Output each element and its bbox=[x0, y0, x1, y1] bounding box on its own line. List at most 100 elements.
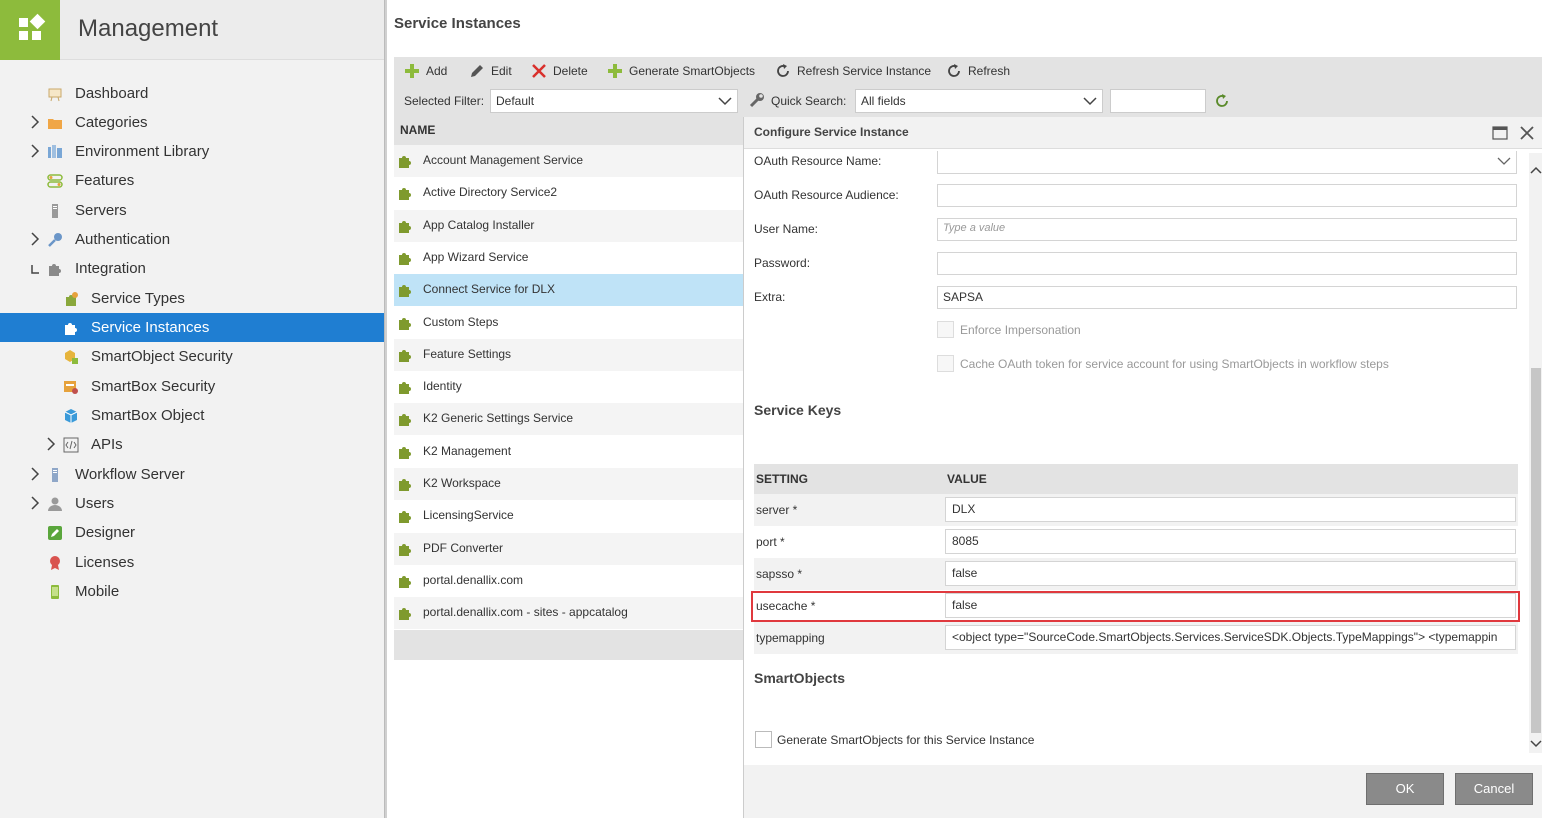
list-item-name: portal.denallix.com bbox=[423, 572, 524, 587]
chevron-right-icon[interactable] bbox=[30, 232, 40, 246]
chevron-right-icon[interactable] bbox=[30, 115, 40, 129]
sidebar-item-service-instances[interactable]: Service Instances bbox=[0, 313, 384, 342]
list-item[interactable]: Active Directory Service2 bbox=[394, 177, 744, 209]
sidebar-item-designer[interactable]: Designer bbox=[0, 518, 384, 547]
sidebar-item-authentication[interactable]: Authentication bbox=[0, 225, 384, 254]
toolbar: Add Edit Delete Generate SmartObjects Re… bbox=[394, 57, 1542, 117]
list-item[interactable]: portal.denallix.com - sites - appcatalog bbox=[394, 597, 744, 630]
puzzle-icon bbox=[397, 282, 413, 298]
password-input[interactable] bbox=[937, 252, 1517, 275]
sidebar-item-label: Workflow Server bbox=[75, 466, 185, 483]
puzzle-icon bbox=[397, 315, 413, 331]
list-item-name: K2 Workspace bbox=[423, 476, 501, 490]
sidebar-item-mobile[interactable]: Mobile bbox=[0, 577, 384, 606]
collapse-icon[interactable] bbox=[30, 261, 40, 275]
list-item[interactable]: Custom Steps bbox=[394, 307, 744, 339]
chevron-right-icon[interactable] bbox=[46, 437, 56, 451]
sidebar-item-workflow-server[interactable]: Workflow Server bbox=[0, 460, 384, 489]
quick-search-field-select[interactable]: All fields bbox=[855, 89, 1103, 113]
sidebar-item-label: Users bbox=[75, 495, 115, 512]
app-logo-icon[interactable] bbox=[0, 0, 60, 60]
chevron-right-icon[interactable] bbox=[30, 467, 40, 481]
list-item[interactable]: K2 Management bbox=[394, 436, 744, 468]
ribbon-icon bbox=[47, 555, 63, 571]
password-label: Password: bbox=[754, 256, 811, 270]
ok-button[interactable]: OK bbox=[1366, 773, 1444, 805]
sidebar-item-smartbox-object[interactable]: SmartBox Object bbox=[0, 401, 384, 430]
list-header-name[interactable]: NAME bbox=[394, 117, 744, 145]
service-key-value-input[interactable]: 8085 bbox=[945, 529, 1516, 554]
service-key-value-input[interactable]: false bbox=[945, 561, 1516, 586]
service-key-value-input[interactable]: DLX bbox=[945, 497, 1516, 522]
list-item[interactable]: K2 Workspace bbox=[394, 468, 744, 500]
refresh-icon bbox=[775, 63, 791, 79]
list-item-name: portal.denallix.com - sites - appcatalog bbox=[423, 605, 628, 620]
list-item[interactable]: K2 Generic Settings Service bbox=[394, 403, 744, 436]
enforce-impersonation-checkbox[interactable] bbox=[937, 321, 954, 338]
scroll-down-icon[interactable] bbox=[1530, 737, 1542, 749]
col-value[interactable]: VALUE bbox=[947, 472, 987, 486]
list-item[interactable]: LicensingService bbox=[394, 500, 744, 532]
sidebar-item-dashboard[interactable]: Dashboard bbox=[0, 79, 384, 108]
service-key-row: typemapping <object type="SourceCode.Smar… bbox=[754, 622, 1518, 654]
extra-input[interactable]: SAPSA bbox=[937, 286, 1517, 309]
list-item[interactable]: PDF Converter bbox=[394, 532, 744, 565]
list-item[interactable]: App Wizard Service bbox=[394, 242, 744, 274]
list-item[interactable]: Identity bbox=[394, 371, 744, 403]
list-item[interactable]: Connect Service for DLX bbox=[394, 274, 744, 307]
selected-filter-select[interactable]: Default bbox=[490, 89, 738, 113]
maximize-icon[interactable] bbox=[1492, 125, 1508, 141]
enforce-impersonation-label: Enforce Impersonation bbox=[960, 323, 1081, 337]
close-icon[interactable] bbox=[1518, 124, 1536, 142]
list-item-name: PDF Converter bbox=[423, 540, 504, 555]
plus-icon bbox=[607, 63, 623, 79]
sidebar-item-users[interactable]: Users bbox=[0, 489, 384, 518]
puzzle-icon bbox=[397, 476, 413, 492]
service-key-value-input[interactable]: <object type="SourceCode.SmartObjects.Se… bbox=[945, 625, 1516, 650]
scrollbar-thumb[interactable] bbox=[1531, 368, 1541, 733]
dialog-scrollbar[interactable] bbox=[1529, 153, 1542, 753]
sidebar-item-licenses[interactable]: Licenses bbox=[0, 548, 384, 577]
search-refresh-icon[interactable] bbox=[1214, 93, 1230, 109]
smartbox-security-icon bbox=[63, 379, 79, 395]
quick-search-input[interactable] bbox=[1110, 89, 1206, 113]
username-input[interactable]: Type a value bbox=[937, 218, 1517, 241]
sidebar-item-service-types[interactable]: Service Types bbox=[0, 284, 384, 313]
sidebar-item-servers[interactable]: Servers bbox=[0, 196, 384, 225]
chevron-right-icon[interactable] bbox=[30, 496, 40, 510]
generate-smartobjects-checkbox[interactable] bbox=[755, 731, 772, 748]
list-item[interactable]: Account Management Service bbox=[394, 145, 744, 177]
oauth-resource-audience-input[interactable] bbox=[937, 184, 1517, 207]
list-item[interactable]: Feature Settings bbox=[394, 338, 744, 371]
chevron-down-icon bbox=[1497, 155, 1511, 169]
chevron-right-icon[interactable] bbox=[30, 144, 40, 158]
list-item[interactable]: App Catalog Installer bbox=[394, 209, 744, 242]
sidebar-item-environment-library[interactable]: Environment Library bbox=[0, 137, 384, 166]
cancel-button[interactable]: Cancel bbox=[1455, 773, 1533, 805]
cache-oauth-checkbox[interactable] bbox=[937, 355, 954, 372]
sidebar-item-categories[interactable]: Categories bbox=[0, 108, 384, 137]
puzzle-icon bbox=[397, 218, 413, 234]
sidebar-item-integration[interactable]: Integration bbox=[0, 254, 384, 283]
generate-smartobjects-label: Generate SmartObjects for this Service I… bbox=[777, 733, 1035, 747]
delete-x-icon bbox=[531, 63, 547, 79]
sidebar-item-apis[interactable]: APIs bbox=[0, 430, 384, 459]
service-key-row: sapsso * false bbox=[754, 558, 1518, 590]
features-icon bbox=[47, 173, 63, 189]
sidebar-item-smartbox-security[interactable]: SmartBox Security bbox=[0, 372, 384, 401]
sidebar-item-label: Dashboard bbox=[75, 85, 149, 102]
sidebar-item-label: APIs bbox=[91, 436, 123, 453]
service-key-row: port * 8085 bbox=[754, 526, 1518, 558]
mobile-icon bbox=[47, 584, 63, 600]
page-title: Service Instances bbox=[394, 15, 521, 32]
scroll-up-icon[interactable] bbox=[1530, 165, 1542, 177]
dialog-footer: OK Cancel bbox=[744, 765, 1542, 818]
app-title: Management bbox=[78, 15, 219, 42]
puzzle-icon bbox=[397, 250, 413, 266]
col-setting[interactable]: SETTING bbox=[756, 472, 808, 486]
sidebar-item-smartobject-security[interactable]: SmartObject Security bbox=[0, 342, 384, 371]
sidebar-item-label: Environment Library bbox=[75, 143, 210, 160]
sidebar-item-features[interactable]: Features bbox=[0, 166, 384, 195]
list-item[interactable]: portal.denallix.com bbox=[394, 565, 744, 597]
oauth-resource-name-select[interactable] bbox=[937, 151, 1517, 174]
